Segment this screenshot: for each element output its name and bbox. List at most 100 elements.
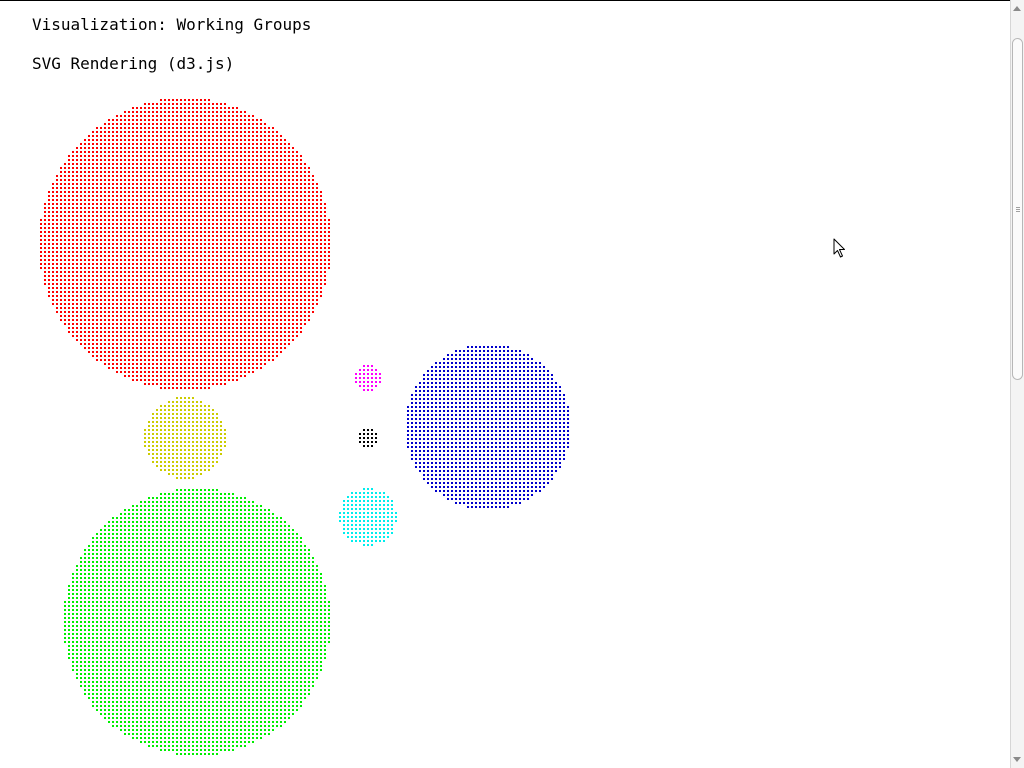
group-dot xyxy=(152,243,154,245)
group-dot xyxy=(96,335,98,337)
group-dot xyxy=(236,379,238,381)
group-dot xyxy=(88,621,90,623)
group-dot xyxy=(204,295,206,297)
group-dot xyxy=(216,287,218,289)
group-dot xyxy=(284,287,286,289)
group-dot xyxy=(104,343,106,345)
group-dot xyxy=(104,331,106,333)
group-dot xyxy=(108,207,110,209)
group-dot xyxy=(284,163,286,165)
group-dot xyxy=(176,283,178,285)
group-dot xyxy=(100,673,102,675)
group-dot xyxy=(104,323,106,325)
group-dot xyxy=(224,247,226,249)
group-dot xyxy=(112,537,114,539)
group-dot xyxy=(164,469,166,471)
group-dot xyxy=(300,295,302,297)
group-dot xyxy=(220,115,222,117)
group-dot xyxy=(256,231,258,233)
group-dot xyxy=(184,299,186,301)
group-dot xyxy=(88,291,90,293)
group-dot xyxy=(96,331,98,333)
group-dot xyxy=(184,107,186,109)
group-dot xyxy=(100,243,102,245)
group-dot xyxy=(136,111,138,113)
group-dot xyxy=(200,191,202,193)
group-dot xyxy=(88,275,90,277)
group-dot xyxy=(268,327,270,329)
group-dot xyxy=(104,215,106,217)
group-dot xyxy=(96,649,98,651)
group-dot xyxy=(132,319,134,321)
group-dot xyxy=(100,159,102,161)
group-dot xyxy=(176,429,178,431)
group-dot xyxy=(268,279,270,281)
group-dot xyxy=(192,295,194,297)
group-dot xyxy=(220,287,222,289)
group-dot xyxy=(204,311,206,313)
group-dot xyxy=(172,283,174,285)
group-dot xyxy=(208,327,210,329)
group-dot xyxy=(156,275,158,277)
group-dot xyxy=(196,159,198,161)
group-dot xyxy=(176,139,178,141)
group-dot xyxy=(128,331,130,333)
group-dot xyxy=(220,219,222,221)
group-dot xyxy=(204,457,206,459)
group-dot xyxy=(88,593,90,595)
group-dot xyxy=(220,231,222,233)
group-dot xyxy=(252,155,254,157)
group-dot xyxy=(44,251,46,253)
group-dot xyxy=(224,119,226,121)
group-dot xyxy=(160,127,162,129)
group-dot xyxy=(240,359,242,361)
group-dot xyxy=(240,279,242,281)
group-dot xyxy=(120,131,122,133)
group-dot xyxy=(72,215,74,217)
group-dot xyxy=(276,263,278,265)
group-dot xyxy=(156,151,158,153)
group-dot xyxy=(112,339,114,341)
group-dot xyxy=(120,219,122,221)
group-dot xyxy=(96,239,98,241)
group-dot xyxy=(116,195,118,197)
group-dot xyxy=(252,311,254,313)
group-dot xyxy=(316,255,318,257)
group-dot xyxy=(268,215,270,217)
group-dot xyxy=(76,223,78,225)
group-dot xyxy=(280,187,282,189)
group-dot xyxy=(308,167,310,169)
group-dot xyxy=(220,139,222,141)
group-dot xyxy=(124,291,126,293)
group-dot xyxy=(92,187,94,189)
group-dot xyxy=(96,175,98,177)
group-dot xyxy=(100,347,102,349)
group-dot xyxy=(88,191,90,193)
group-dot xyxy=(160,417,162,419)
group-dot xyxy=(144,119,146,121)
group-dot xyxy=(68,633,70,635)
group-dot xyxy=(124,359,126,361)
group-dot xyxy=(140,123,142,125)
group-dot xyxy=(304,239,306,241)
group-dot xyxy=(152,119,154,121)
group-dot xyxy=(144,355,146,357)
group-dot xyxy=(304,323,306,325)
group-dot xyxy=(268,351,270,353)
group-dot xyxy=(164,103,166,105)
group-dot xyxy=(216,457,218,459)
group-dot xyxy=(160,155,162,157)
group-dot xyxy=(172,239,174,241)
group-dot xyxy=(116,319,118,321)
group-dot xyxy=(252,259,254,261)
group-dot xyxy=(84,199,86,201)
group-dot xyxy=(244,235,246,237)
group-dot xyxy=(216,433,218,435)
group-dot xyxy=(160,413,162,415)
group-dot xyxy=(292,335,294,337)
group-dot xyxy=(92,195,94,197)
group-dot xyxy=(140,119,142,121)
group-dot xyxy=(108,315,110,317)
group-dot xyxy=(192,199,194,201)
group-dot xyxy=(176,477,178,479)
